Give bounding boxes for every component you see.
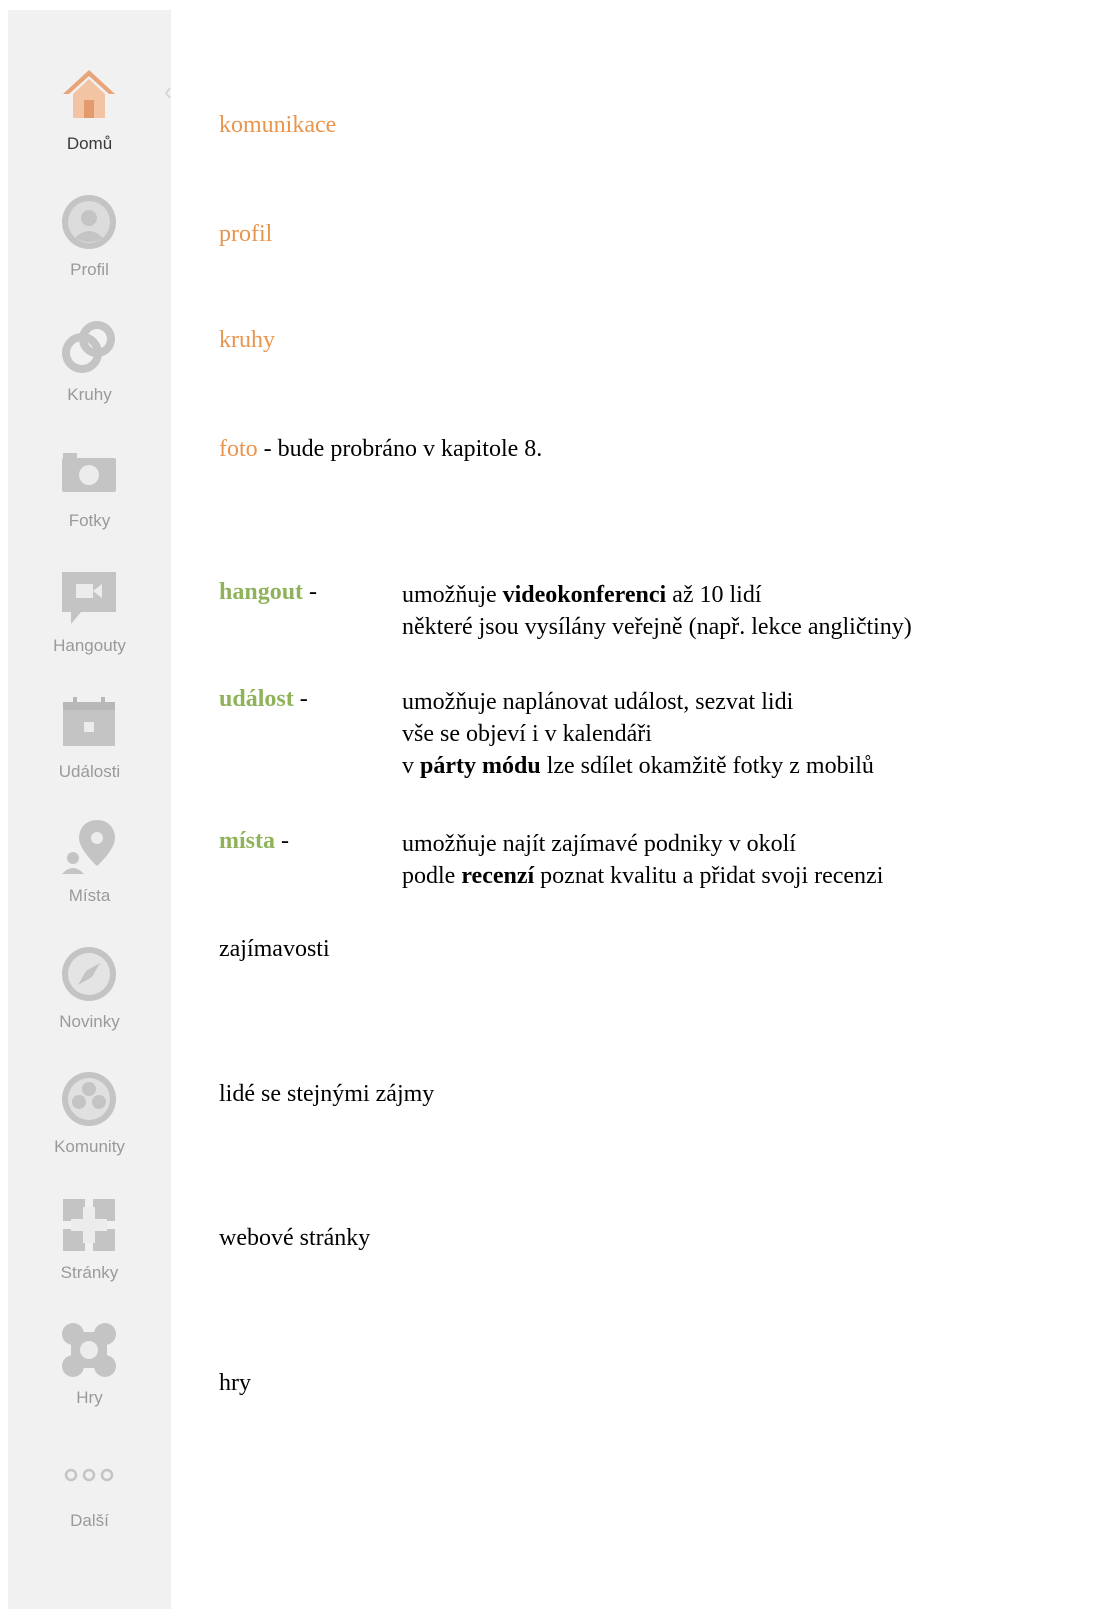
line-hangout-term: hangout - bbox=[219, 579, 317, 606]
calendar-icon bbox=[63, 697, 115, 746]
hangout-description: umožňuje videokonferenci až 10 lidí někt… bbox=[402, 579, 912, 643]
nav-item-places[interactable]: Místa bbox=[8, 818, 171, 936]
camera-icon bbox=[62, 453, 116, 492]
nav-item-profile[interactable]: Profil bbox=[8, 192, 171, 310]
circles-icon bbox=[62, 321, 115, 373]
nav-label: Novinky bbox=[59, 1012, 120, 1031]
nav-label: Hry bbox=[76, 1388, 103, 1407]
line-mista-term: místa - bbox=[219, 828, 289, 855]
nav-item-pages[interactable]: Stránky bbox=[8, 1195, 171, 1313]
term-webove-stranky: webové stránky bbox=[219, 1225, 371, 1251]
nav-label: Profil bbox=[70, 260, 109, 279]
pages-icon bbox=[63, 1199, 115, 1251]
nav-item-communities[interactable]: Komunity bbox=[8, 1069, 171, 1187]
nav-label: Fotky bbox=[68, 511, 111, 530]
text: lze sdílet okamžitě fotky z mobilů bbox=[540, 753, 874, 779]
text: podle bbox=[402, 863, 462, 889]
nav-label: Domů bbox=[66, 134, 113, 153]
nav-label: Stránky bbox=[60, 1263, 119, 1282]
mista-line-2: podle recenzí poznat kvalitu a přidat sv… bbox=[402, 860, 883, 892]
emphasis: párty módu bbox=[420, 753, 541, 779]
profile-icon bbox=[62, 195, 116, 249]
udalost-line-2: vše se objeví i v kalendáři bbox=[402, 721, 652, 747]
separator: - bbox=[275, 828, 289, 854]
emphasis: videokonferenci bbox=[502, 582, 667, 608]
term-lide: lidé se stejnými zájmy bbox=[219, 1081, 435, 1107]
community-icon bbox=[62, 1072, 116, 1126]
more-dots-icon bbox=[64, 1468, 114, 1482]
term-mista: místa bbox=[219, 828, 275, 854]
udalost-line-3: v párty módu lze sdílet okamžitě fotky z… bbox=[402, 750, 874, 782]
video-camera-icon bbox=[62, 572, 116, 624]
term-hangout: hangout bbox=[219, 579, 304, 605]
term-kruhy: kruhy bbox=[219, 327, 275, 353]
text: až 10 lidí bbox=[666, 582, 762, 608]
hangout-line-2: některé jsou vysílány veřejně (např. lek… bbox=[402, 614, 912, 640]
compass-icon bbox=[62, 947, 116, 1001]
nav-item-circles[interactable]: Kruhy bbox=[8, 317, 171, 435]
nav-item-photos[interactable]: Fotky bbox=[8, 443, 171, 561]
nav-item-news[interactable]: Novinky bbox=[8, 944, 171, 1062]
text: v bbox=[402, 753, 420, 779]
gamepad-icon bbox=[62, 1323, 116, 1377]
nav-label: Další bbox=[70, 1511, 109, 1530]
line-foto: foto - bude probráno v kapitole 8. bbox=[219, 436, 542, 463]
home-icon bbox=[63, 70, 115, 118]
nav-label: Místa bbox=[68, 886, 111, 905]
nav-item-events[interactable]: Události bbox=[8, 694, 171, 812]
nav-item-hangouts[interactable]: Hangouty bbox=[8, 568, 171, 686]
nav-label: Komunity bbox=[54, 1137, 125, 1156]
mista-description: umožňuje najít zajímavé podniky v okolí … bbox=[402, 828, 883, 892]
nav-item-more[interactable]: Další bbox=[8, 1445, 171, 1563]
nav-label: Hangouty bbox=[53, 636, 126, 655]
term-foto: foto bbox=[219, 436, 258, 462]
term-udalost: událost bbox=[219, 686, 294, 712]
udalost-description: umožňuje naplánovat událost, sezvat lidi… bbox=[402, 686, 874, 782]
term-komunikace: komunikace bbox=[219, 112, 337, 138]
map-pin-icon bbox=[62, 820, 115, 874]
text: poznat kvalitu a přidat svoji recenzi bbox=[534, 863, 884, 889]
nav-label: Události bbox=[58, 762, 121, 781]
udalost-line-1: umožňuje naplánovat událost, sezvat lidi bbox=[402, 689, 794, 715]
foto-note: - bude probráno v kapitole 8. bbox=[257, 436, 543, 462]
nav-item-home[interactable]: Domů bbox=[8, 66, 171, 184]
emphasis: recenzí bbox=[461, 863, 535, 889]
term-profil: profil bbox=[219, 221, 273, 247]
line-udalost-term: událost - bbox=[219, 686, 308, 713]
term-zajimavosti: zajímavosti bbox=[219, 936, 330, 962]
mista-line-1: umožňuje najít zajímavé podniky v okolí bbox=[402, 831, 796, 857]
separator: - bbox=[303, 579, 318, 605]
separator: - bbox=[293, 686, 308, 712]
nav-label: Kruhy bbox=[67, 385, 112, 404]
text: umožňuje bbox=[402, 582, 503, 608]
hangout-line-1: umožňuje videokonferenci až 10 lidí bbox=[402, 579, 912, 611]
term-hry: hry bbox=[219, 1370, 251, 1396]
nav-item-games[interactable]: Hry bbox=[8, 1320, 171, 1438]
